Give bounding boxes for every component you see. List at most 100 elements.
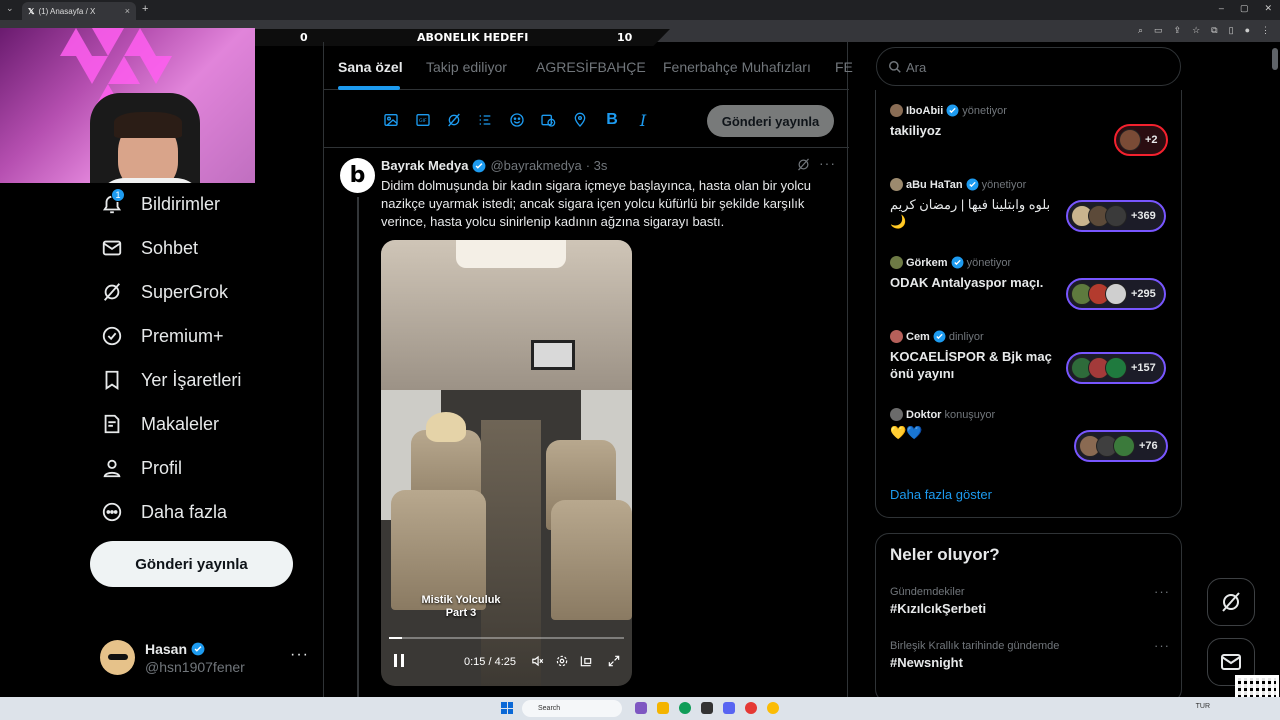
post-author[interactable]: Bayrak Medya [381, 158, 468, 173]
schedule-icon[interactable] [539, 111, 557, 129]
sidebar-item-bookmarks[interactable]: Yer İşaretleri [100, 365, 241, 395]
sidebar-item-more[interactable]: Daha fazla [100, 497, 227, 527]
tab-agresifbahce[interactable]: AGRESİFBAHÇE [536, 59, 646, 75]
trends-title: Neler oluyor? [890, 545, 1000, 564]
gif-icon[interactable]: GIF [414, 111, 432, 129]
new-tab-button[interactable]: + [142, 3, 148, 15]
trend-more-button[interactable]: ··· [1154, 584, 1170, 599]
post-avatar[interactable]: b [340, 158, 375, 193]
tab-fe[interactable]: FE [835, 59, 853, 75]
webcam-overlay [0, 28, 255, 183]
show-more-link[interactable]: Daha fazla göster [890, 487, 992, 502]
post-more-button[interactable]: ··· [819, 155, 836, 171]
tab-for-you[interactable]: Sana özel [338, 59, 403, 75]
trend-more-button[interactable]: ··· [1154, 638, 1170, 653]
emoji-icon[interactable] [508, 111, 526, 129]
profile-icon[interactable]: ● [1245, 25, 1250, 36]
windows-start-icon[interactable] [501, 702, 513, 714]
mail-icon [1221, 654, 1241, 670]
sidebar-item-label: Yer İşaretleri [141, 369, 242, 390]
app-icon[interactable] [635, 702, 647, 714]
settings-icon[interactable] [555, 654, 569, 671]
minimize-button[interactable]: – [1219, 3, 1224, 14]
cast-icon[interactable]: ▭ [1154, 25, 1163, 36]
browser-tab[interactable]: 𝕏 (1) Anasayfa / X × [22, 2, 136, 20]
trend-item[interactable]: Gündemdekiler #KızılcıkŞerbeti ··· [890, 584, 1170, 616]
articles-icon [100, 412, 124, 436]
image-icon[interactable] [382, 111, 400, 129]
space-listeners-pill[interactable]: +76 [1074, 430, 1168, 462]
grok-icon[interactable] [796, 157, 811, 177]
grok-icon[interactable] [445, 111, 463, 129]
close-window-button[interactable]: ✕ [1264, 3, 1272, 14]
tab-following[interactable]: Takip ediliyor [426, 59, 507, 75]
folder-icon[interactable] [657, 702, 669, 714]
obs-icon[interactable] [745, 702, 757, 714]
language-indicator[interactable]: TUR [1196, 703, 1210, 710]
bold-icon[interactable]: B [603, 111, 621, 129]
space-listeners-pill[interactable]: +2 [1114, 124, 1168, 156]
star-icon[interactable]: ☆ [1192, 25, 1200, 36]
account-more-button[interactable]: ··· [290, 646, 309, 664]
avatar [890, 178, 903, 191]
search-input[interactable]: Ara [876, 47, 1181, 86]
verified-badge-icon [966, 178, 979, 191]
share-icon[interactable]: ⇪ [1174, 25, 1182, 36]
sidebar-item-label: SuperGrok [141, 281, 229, 302]
location-icon[interactable] [571, 111, 589, 129]
verified-icon [100, 324, 124, 348]
extensions-icon[interactable]: ⧉ [1211, 25, 1217, 36]
video-player[interactable]: Mistik Yolculuk Part 3 0:15 / 4:25 [381, 240, 632, 686]
space-listeners-pill[interactable]: +295 [1066, 278, 1166, 310]
avatar [890, 256, 903, 269]
grok-fab-button[interactable] [1207, 578, 1255, 626]
zoom-icon[interactable]: ⌕ [1138, 25, 1143, 36]
avatar [100, 640, 135, 675]
tab-fenerbahce-muhafizlari[interactable]: Fenerbahçe Muhafızları [663, 59, 811, 75]
tab-close-button[interactable]: × [125, 6, 130, 16]
space-listeners-pill[interactable]: +369 [1066, 200, 1166, 232]
docked-player-icon[interactable] [579, 654, 593, 671]
sidebar-item-chat[interactable]: Sohbet [100, 233, 198, 263]
maximize-button[interactable]: ▢ [1240, 3, 1249, 14]
terminal-icon[interactable] [701, 702, 713, 714]
discord-icon[interactable] [723, 702, 735, 714]
browser-tab-strip: ⌄ 𝕏 (1) Anasayfa / X × + – ▢ ✕ [0, 0, 1280, 20]
italic-icon[interactable]: I [634, 111, 652, 130]
poll-icon[interactable] [476, 111, 494, 129]
chrome-icon[interactable] [767, 702, 779, 714]
sidebar-post-button[interactable]: Gönderi yayınla [90, 541, 293, 587]
publish-button[interactable]: Gönderi yayınla [707, 105, 834, 137]
notification-badge: 1 [111, 188, 125, 202]
pause-icon[interactable] [393, 654, 405, 670]
sidebar-item-premium[interactable]: Premium+ [100, 321, 224, 351]
post-time[interactable]: · 3s [586, 158, 608, 173]
post-text: Didim dolmuşunda bir kadın sigara içmeye… [381, 178, 811, 229]
mute-icon[interactable] [530, 654, 545, 671]
post-composer: GIF B I Gönderi yayınla [324, 91, 849, 148]
mail-icon [100, 236, 124, 260]
trend-item[interactable]: Birleşik Krallık tarihinde gündemde #New… [890, 638, 1170, 670]
sidebar-item-label: Sohbet [141, 237, 199, 258]
page-scrollbar[interactable] [1272, 48, 1278, 70]
grok-icon [1222, 592, 1240, 612]
verified-badge-icon [946, 104, 959, 117]
search-icon [888, 60, 902, 79]
sidebar-item-articles[interactable]: Makaleler [100, 409, 219, 439]
edge-icon[interactable] [679, 702, 691, 714]
post-card[interactable]: b Bayrak Medya @bayrakmedya · 3s ··· Did… [324, 149, 849, 697]
space-listeners-pill[interactable]: +157 [1066, 352, 1166, 384]
post-handle[interactable]: @bayrakmedya [490, 158, 581, 173]
tab-list-dropdown[interactable]: ⌄ [6, 3, 14, 14]
sidebar-item-supergrok[interactable]: SuperGrok [100, 277, 228, 307]
sidebar-item-label: Profil [141, 457, 183, 478]
space-title: takiliyoz [890, 123, 942, 138]
browser-tab-title: (1) Anasayfa / X [38, 6, 96, 16]
taskbar-search[interactable]: Search [522, 700, 622, 717]
x-logo-icon: 𝕏 [28, 6, 35, 16]
menu-icon[interactable]: ⋮ [1261, 25, 1270, 36]
sidebar-item-profile[interactable]: Profil [100, 453, 182, 483]
video-progress-bar[interactable] [389, 637, 624, 639]
fullscreen-icon[interactable] [607, 654, 621, 671]
sidebar-icon[interactable]: ▯ [1229, 25, 1234, 36]
